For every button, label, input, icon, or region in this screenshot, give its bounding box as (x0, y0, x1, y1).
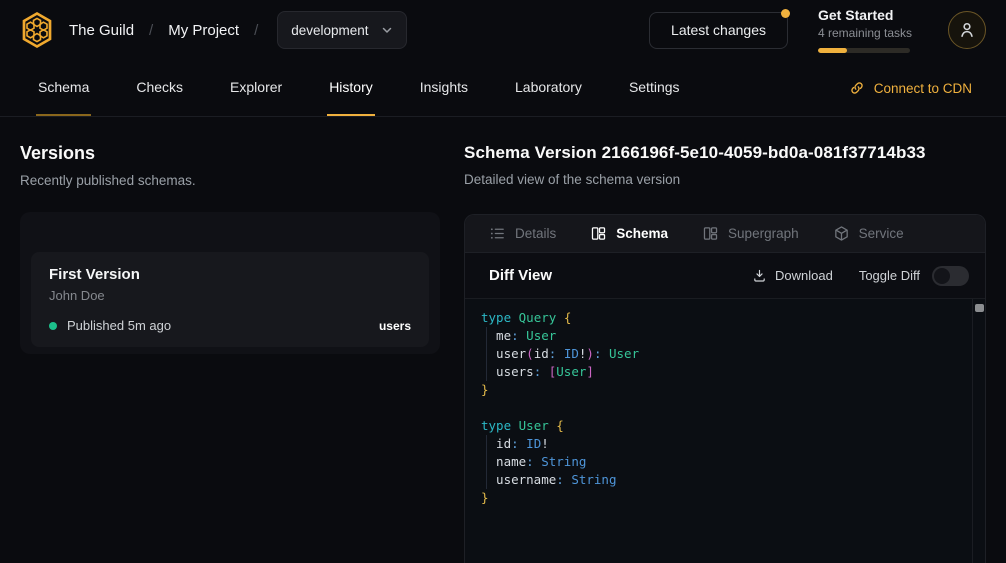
nav-tab-insights[interactable]: Insights (418, 60, 470, 116)
breadcrumb-separator: / (254, 22, 258, 39)
user-icon (956, 19, 978, 41)
detail-tabbar: Details Schema Supergraph Service (465, 215, 985, 253)
diff-view-title: Diff View (489, 267, 552, 284)
top-header: The Guild / My Project / development Lat… (0, 0, 1006, 60)
chevron-down-icon (381, 24, 393, 36)
link-icon (849, 80, 865, 96)
breadcrumb-separator: / (149, 22, 153, 39)
version-status: Published 5m ago (67, 318, 171, 333)
list-icon (489, 225, 506, 242)
get-started-progress-track (818, 48, 910, 53)
get-started-widget[interactable]: Get Started 4 remaining tasks (818, 7, 918, 53)
latest-changes-button[interactable]: Latest changes (649, 12, 788, 49)
connect-to-cdn-label: Connect to CDN (874, 81, 972, 96)
detail-tab-label: Supergraph (728, 226, 799, 241)
code-line: } (481, 489, 971, 507)
detail-tab-label: Schema (616, 226, 668, 241)
schema-version-subtitle: Detailed view of the schema version (464, 172, 986, 187)
download-button[interactable]: Download (752, 268, 833, 283)
published-status-dot-icon (49, 322, 57, 330)
version-name: First Version (49, 266, 411, 283)
detail-tab-label: Details (515, 226, 556, 241)
code-line (481, 399, 971, 417)
get-started-title: Get Started (818, 7, 918, 23)
breadcrumb-org[interactable]: The Guild (69, 22, 134, 39)
nav-tab-checks[interactable]: Checks (134, 60, 185, 116)
target-selector-dropdown[interactable]: development (277, 11, 406, 49)
code-line: } (481, 381, 971, 399)
version-list-item[interactable]: First Version John Doe Published 5m ago use… (31, 252, 429, 347)
download-icon (752, 268, 767, 283)
connect-to-cdn-button[interactable]: Connect to CDN (849, 60, 972, 116)
toggle-diff-label: Toggle Diff (859, 268, 920, 283)
detail-tab-schema[interactable]: Schema (590, 225, 668, 242)
versions-list-card: First Version John Doe Published 5m ago use… (20, 212, 440, 354)
version-author: John Doe (49, 288, 411, 303)
latest-changes-label: Latest changes (671, 22, 766, 38)
hive-logo[interactable] (20, 11, 54, 49)
code-line: me: User (481, 327, 971, 345)
detail-tab-details[interactable]: Details (489, 225, 556, 242)
user-avatar[interactable] (948, 11, 986, 49)
code-line: user(id: ID!): User (481, 345, 971, 363)
schema-version-detail-card: Details Schema Supergraph Service Diff View… (464, 214, 986, 563)
code-line: users: [User] (481, 363, 971, 381)
version-detail-panel: Schema Version 2166196f-5e10-4059-bd0a-0… (460, 117, 1006, 563)
cube-icon (833, 225, 850, 242)
download-label: Download (775, 268, 833, 283)
code-scrollbar[interactable] (972, 299, 985, 563)
toggle-diff-knob (934, 268, 950, 284)
breadcrumb: The Guild / My Project / development (20, 11, 407, 49)
hive-hexagon-icon (20, 11, 54, 49)
nav-tab-settings[interactable]: Settings (627, 60, 682, 116)
versions-panel: Versions Recently published schemas. Fir… (0, 117, 460, 563)
code-line: name: String (481, 453, 971, 471)
detail-tab-service[interactable]: Service (833, 225, 904, 242)
code-line: id: ID! (481, 435, 971, 453)
versions-list: First Version John Doe Published 5m ago use… (31, 252, 429, 347)
breadcrumb-project[interactable]: My Project (168, 22, 239, 39)
get-started-remaining-tasks: 4 remaining tasks (818, 26, 918, 40)
nav-tab-laboratory[interactable]: Laboratory (513, 60, 584, 116)
target-selector-value: development (291, 23, 368, 38)
main-nav: Schema Checks Explorer History Insights Labor… (0, 60, 1006, 117)
schema-code-viewer[interactable]: type Query { me: User user(id: ID!): Use… (465, 299, 985, 563)
code-line: username: String (481, 471, 971, 489)
columns-icon (702, 225, 719, 242)
notification-dot (781, 9, 790, 18)
detail-tab-supergraph[interactable]: Supergraph (702, 225, 799, 242)
code-line: type Query { (481, 309, 971, 327)
columns-icon (590, 225, 607, 242)
nav-tab-schema[interactable]: Schema (36, 60, 91, 116)
toggle-diff-switch[interactable] (932, 266, 969, 286)
versions-subtitle: Recently published schemas. (20, 173, 440, 188)
versions-title: Versions (20, 143, 440, 164)
code-line: type User { (481, 417, 971, 435)
detail-tab-label: Service (859, 226, 904, 241)
get-started-progress-fill (818, 48, 847, 53)
diff-toolbar: Diff View Download Toggle Diff (465, 253, 985, 299)
nav-tab-explorer[interactable]: Explorer (228, 60, 284, 116)
service-name-badge: users (379, 319, 411, 333)
schema-version-title: Schema Version 2166196f-5e10-4059-bd0a-0… (464, 143, 986, 163)
nav-tab-history[interactable]: History (327, 60, 375, 116)
nav-tabs: Schema Checks Explorer History Insights Labor… (0, 60, 682, 116)
code-scrollbar-thumb[interactable] (975, 304, 984, 312)
